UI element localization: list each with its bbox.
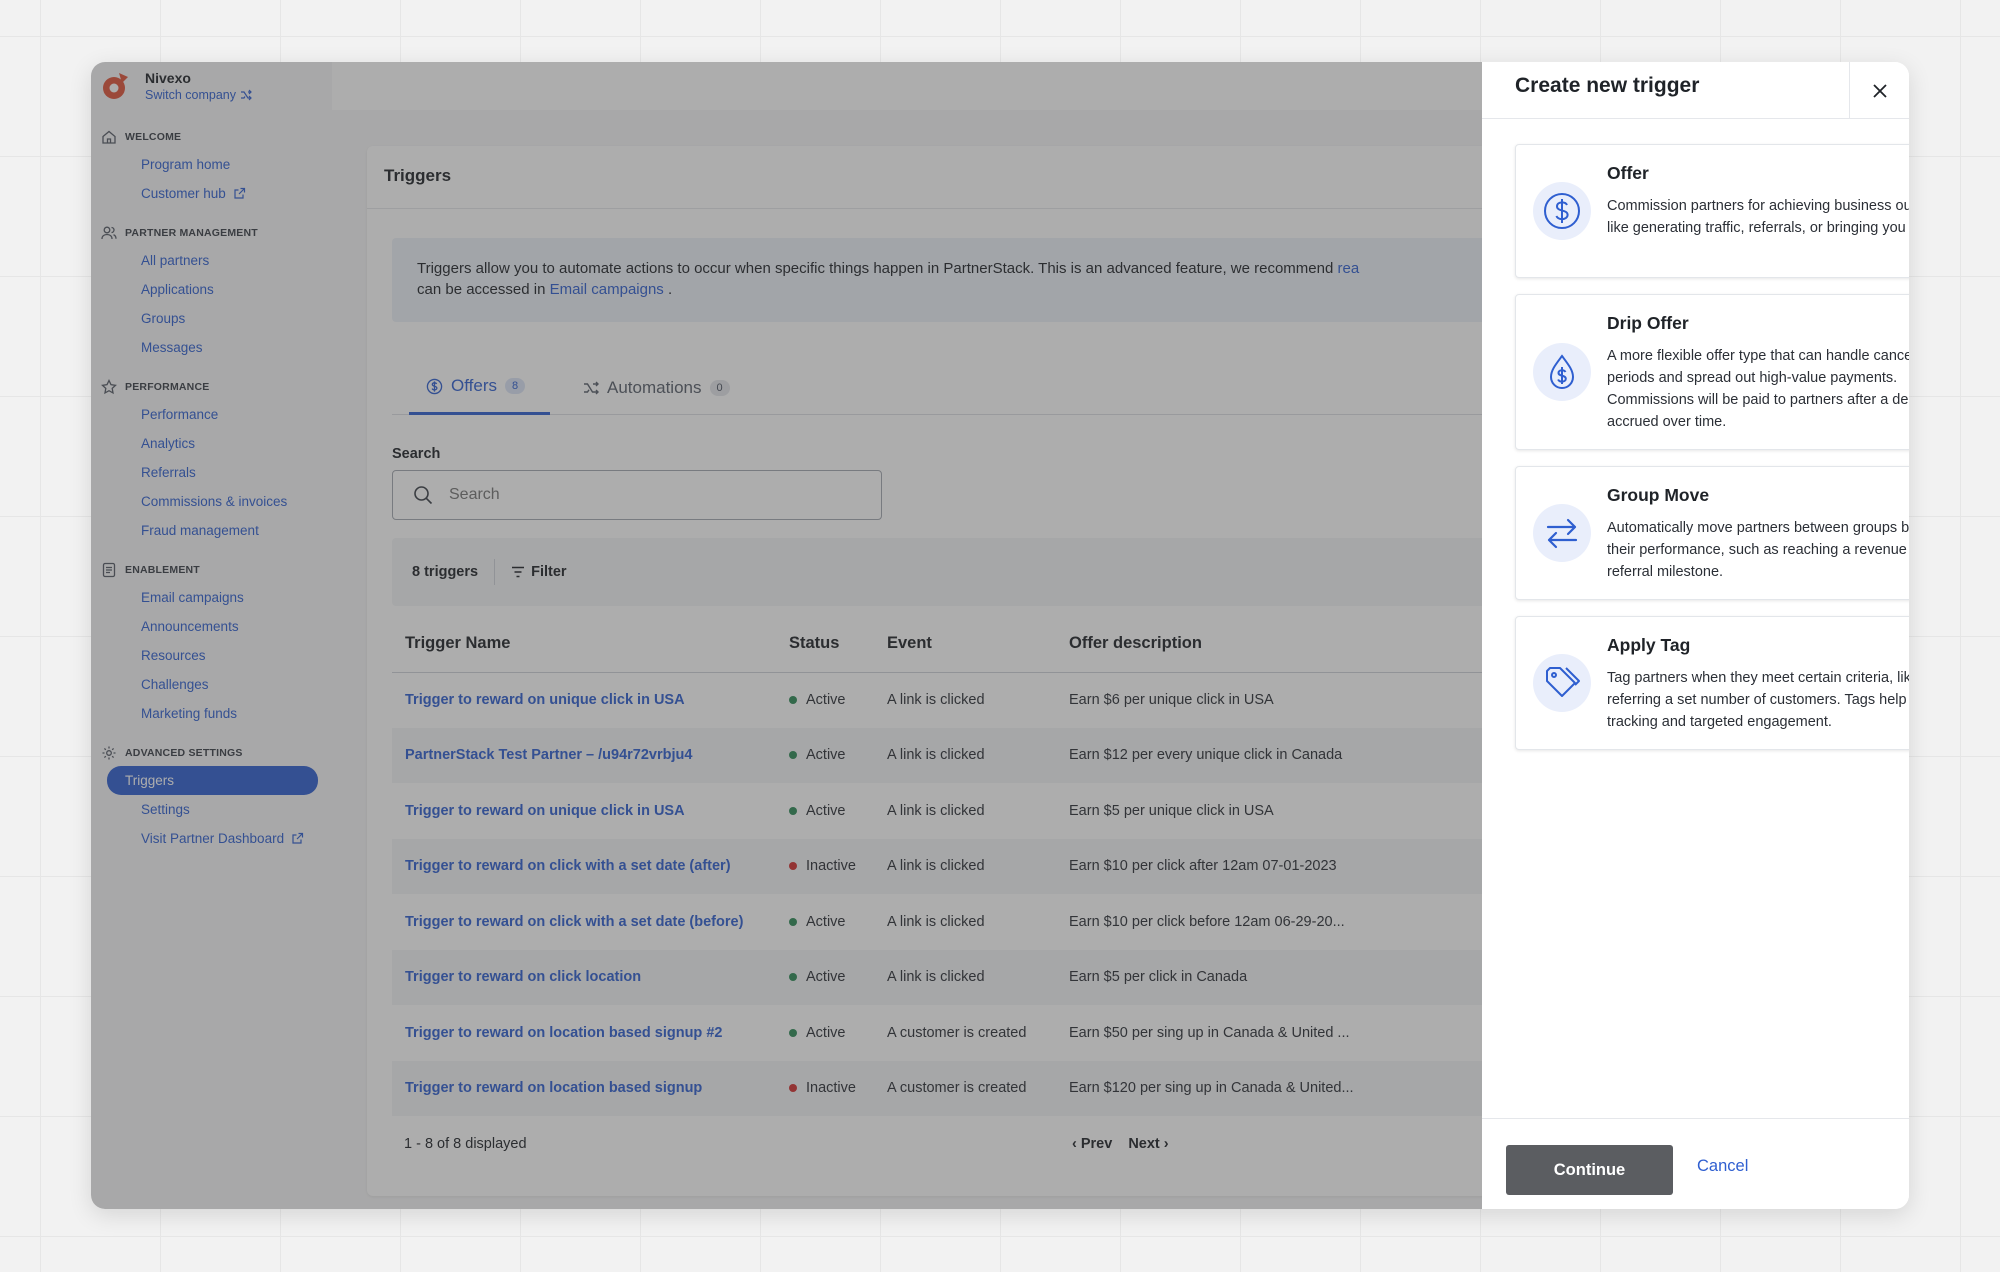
option-offer[interactable]: Offer Commission partners for achieving … (1515, 144, 1909, 278)
dollar-drop-icon (1533, 343, 1591, 401)
option-drip-offer[interactable]: Drip Offer A more flexible offer type th… (1515, 294, 1909, 450)
option-description: Automatically move partners between grou… (1607, 520, 1909, 580)
option-title: Offer (1607, 163, 1649, 183)
modal-backdrop[interactable] (91, 62, 1482, 1209)
tags-icon (1533, 654, 1591, 712)
option-description: Tag partners when they meet certain crit… (1607, 670, 1909, 730)
cancel-button[interactable]: Cancel (1697, 1157, 1748, 1176)
panel-title: Create new trigger (1515, 74, 1700, 97)
continue-button[interactable]: Continue (1506, 1145, 1673, 1195)
option-group-move[interactable]: Group Move Automatically move partners b… (1515, 466, 1909, 600)
panel-header: Create new trigger (1482, 62, 1909, 119)
option-apply-tag[interactable]: Apply Tag Tag partners when they meet ce… (1515, 616, 1909, 750)
option-description: A more flexible offer type that can hand… (1607, 348, 1909, 430)
app-window: Nivexo Switch company WELCOME Program ho… (91, 62, 1909, 1209)
option-title: Group Move (1607, 485, 1710, 505)
option-description: Commission partners for achieving busine… (1607, 198, 1909, 236)
close-button[interactable] (1849, 62, 1909, 119)
dollar-circle-icon (1533, 182, 1591, 240)
option-title: Apply Tag (1607, 635, 1691, 655)
panel-footer: Continue Cancel (1482, 1118, 1909, 1209)
option-title: Drip Offer (1607, 313, 1689, 333)
swap-arrows-icon (1533, 504, 1591, 562)
create-trigger-panel: Create new trigger Offer Commission part… (1482, 62, 1909, 1209)
close-icon (1872, 83, 1887, 98)
